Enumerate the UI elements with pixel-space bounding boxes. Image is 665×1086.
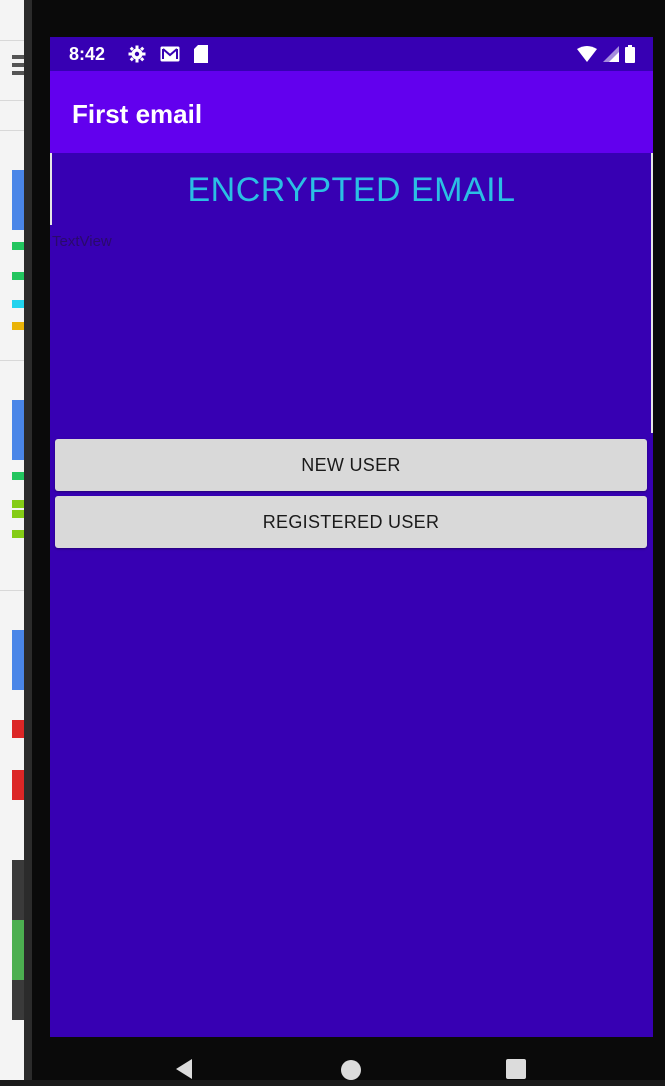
status-time: 8:42 <box>69 44 106 64</box>
app-bar: First email <box>50 71 653 153</box>
recents-icon[interactable] <box>506 1059 526 1084</box>
registered-user-button[interactable]: REGISTERED USER <box>55 496 647 548</box>
textview-label: TextView <box>52 233 112 250</box>
status-bar: 8:42 <box>50 37 653 71</box>
status-system-icons <box>577 45 635 68</box>
home-icon[interactable] <box>340 1059 362 1086</box>
sd-card-icon <box>194 45 208 68</box>
new-user-button[interactable]: NEW USER <box>55 439 647 491</box>
background-window <box>0 0 24 1080</box>
gmail-icon <box>160 46 180 67</box>
layout-edge-line <box>651 225 653 433</box>
status-notification-icons <box>128 45 208 68</box>
app-title: First email <box>72 99 203 129</box>
navigation-bar <box>50 1037 653 1080</box>
app-screen: 8:42 First email ENCRYPTED EMAIL TextVie… <box>50 37 653 1037</box>
back-icon[interactable] <box>174 1059 194 1084</box>
battery-icon <box>625 45 635 68</box>
page-heading: ENCRYPTED EMAIL <box>187 171 516 209</box>
settings-icon <box>128 45 146 68</box>
signal-icon <box>603 46 619 67</box>
phone-side-edge <box>24 0 32 1080</box>
wifi-icon <box>577 46 597 67</box>
